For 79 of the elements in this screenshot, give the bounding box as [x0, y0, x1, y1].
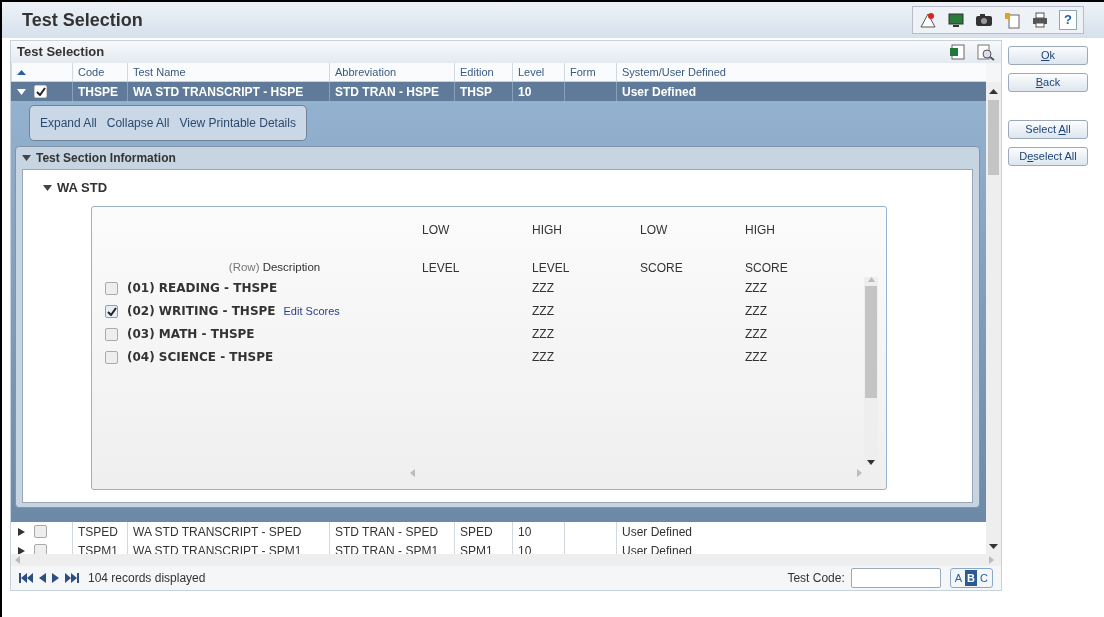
monitor-icon[interactable]	[947, 11, 965, 29]
sort-ascending-icon[interactable]	[17, 68, 26, 76]
checkbox[interactable]	[105, 281, 118, 295]
scrollbar-thumb[interactable]	[988, 100, 999, 175]
spreadsheet-icon[interactable]	[949, 43, 965, 60]
action-button[interactable]: Ok	[1008, 46, 1088, 65]
section-title: Test Section Information	[36, 150, 176, 167]
table-cell-text: ZZZ	[745, 280, 768, 297]
warning-chart-icon[interactable]	[919, 11, 937, 29]
column-header: LEVEL	[422, 259, 461, 277]
table-row[interactable]: THSPE WA STD TRANSCRIPT - HSPE STD TRAN - HSPE THSP 10 User Defined	[11, 82, 986, 101]
column-header: HIGH	[745, 221, 776, 239]
scrollbar-thumb[interactable]	[865, 285, 877, 398]
test-code-label: Test Code:	[787, 570, 845, 587]
table-cell-text: ZZZ	[745, 326, 768, 343]
column-header[interactable]: Level	[512, 63, 564, 81]
table-cell-text: ZZZ	[745, 349, 768, 366]
action-button[interactable]: Deselect All	[1008, 147, 1088, 166]
table-cell-text: ZZZ	[532, 303, 555, 320]
help-button[interactable]: ?	[1059, 10, 1077, 30]
group-title: WA STD	[57, 179, 108, 197]
records-count: 104 records displayed	[88, 570, 206, 587]
first-page-icon[interactable]	[19, 573, 33, 583]
panel-title: Test Selection	[17, 43, 105, 62]
checkbox[interactable]	[105, 350, 118, 364]
column-header: LEVEL	[532, 259, 571, 277]
table-cell-text: ZZZ	[532, 349, 555, 366]
column-header[interactable]: System/User Defined	[616, 63, 986, 81]
collapse-arrow-icon[interactable]	[22, 154, 31, 162]
item-label: (01) READING - THSPE	[127, 281, 278, 295]
action-link[interactable]: Collapse All	[106, 114, 170, 132]
alphabet-toggle[interactable]: A B C	[949, 567, 993, 589]
column-header[interactable]: Abbreviation	[329, 63, 454, 81]
column-header[interactable]: Test Name	[127, 63, 329, 81]
camera-icon[interactable]	[975, 11, 993, 29]
expand-arrow-icon[interactable]	[17, 527, 26, 536]
action-button[interactable]: Select All	[1008, 120, 1088, 139]
preview-icon[interactable]	[977, 43, 995, 61]
window-title: Test Selection	[22, 8, 143, 32]
table-row[interactable]: TSPM1 WA STD TRANSCRIPT - SPM1 STD TRAN - SPM1 SPM1 10 User Defined	[11, 541, 986, 554]
table-cell-text: ZZZ	[745, 303, 768, 320]
expand-arrow-icon[interactable]	[17, 546, 26, 554]
column-header[interactable]: Edition	[454, 63, 512, 81]
collapse-arrow-icon[interactable]	[17, 87, 26, 96]
column-header: LOW	[422, 221, 451, 239]
checkbox[interactable]	[105, 327, 118, 341]
column-header: Description	[262, 260, 321, 273]
edit-scores-link[interactable]: Edit Scores	[283, 305, 340, 317]
previous-page-icon[interactable]	[39, 573, 46, 583]
column-header: SCORE	[745, 259, 789, 277]
printer-icon[interactable]	[1031, 11, 1049, 29]
item-label: (03) MATH - THSPE	[127, 327, 255, 341]
item-label: (04) SCIENCE - THSPE	[127, 350, 274, 364]
scroll-down-icon[interactable]	[867, 459, 875, 465]
action-link[interactable]: Expand All	[40, 114, 97, 132]
column-header: HIGH	[532, 221, 563, 239]
checkbox[interactable]	[34, 525, 47, 538]
action-button[interactable]: Back	[1008, 73, 1088, 92]
action-link[interactable]: View Printable Details	[179, 114, 296, 132]
scrollbar[interactable]	[864, 276, 878, 465]
checkbox[interactable]	[34, 544, 47, 554]
column-header: (Row)	[228, 260, 260, 273]
table-cell-text: ZZZ	[532, 326, 555, 343]
column-header: LOW	[640, 221, 669, 239]
item-label: (02) WRITING - THSPE	[127, 304, 276, 318]
checkbox[interactable]	[34, 85, 47, 98]
test-code-field[interactable]	[850, 568, 941, 588]
next-page-icon[interactable]	[52, 573, 59, 583]
collapse-arrow-icon[interactable]	[43, 183, 52, 192]
last-page-icon[interactable]	[65, 573, 79, 583]
scroll-down-icon[interactable]	[989, 542, 998, 550]
column-header[interactable]: Code	[72, 63, 127, 81]
column-header: SCORE	[640, 259, 684, 277]
table-cell-text: ZZZ	[532, 280, 555, 297]
column-header[interactable]: Form	[564, 63, 616, 81]
scroll-up-icon[interactable]	[989, 88, 998, 96]
table-row[interactable]: TSPED WA STD TRANSCRIPT - SPED STD TRAN - SPED SPED 10 User Defined	[11, 522, 986, 541]
scrollbar[interactable]	[986, 82, 1001, 554]
checkbox[interactable]	[105, 304, 118, 318]
